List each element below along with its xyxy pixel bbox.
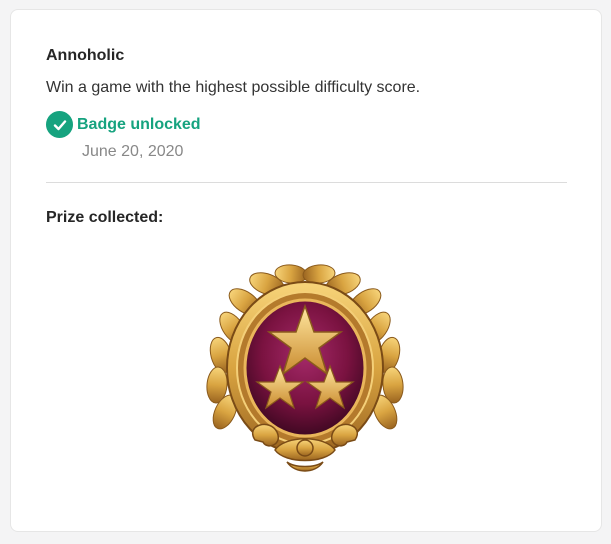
achievement-description: Win a game with the highest possible dif…	[46, 79, 421, 96]
checkmark-circle-icon	[46, 111, 73, 138]
status-label: Badge unlocked	[77, 115, 201, 133]
unlock-status: Badge unlocked	[46, 111, 201, 138]
divider	[46, 182, 567, 183]
three-star-laurel-medal-icon	[195, 250, 415, 480]
achievement-title: Annoholic	[46, 47, 125, 64]
prize-label: Prize collected:	[46, 209, 164, 226]
achievement-card: Annoholic Win a game with the highest po…	[10, 9, 602, 532]
unlock-date: June 20, 2020	[82, 143, 184, 160]
